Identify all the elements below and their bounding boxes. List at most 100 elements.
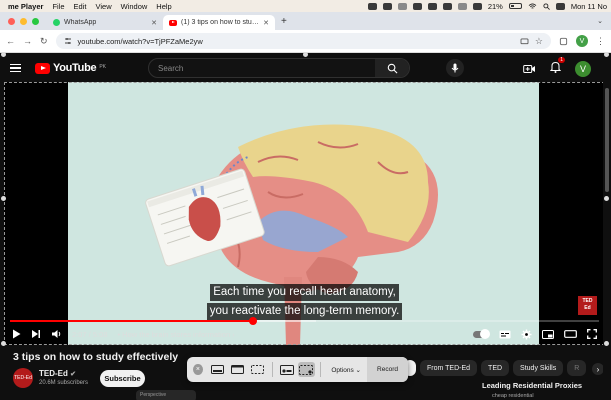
- verified-badge-icon: ✔: [70, 371, 76, 378]
- capture-window-icon[interactable]: [229, 362, 247, 377]
- chip-more[interactable]: R: [567, 360, 587, 376]
- tab-youtube[interactable]: (1) 3 tips on how to study effe ✕: [163, 15, 275, 30]
- app-menu-name[interactable]: me Player: [8, 2, 43, 11]
- menu-file[interactable]: File: [52, 2, 64, 11]
- minimize-window-button[interactable]: [20, 18, 27, 25]
- tab-search-icon[interactable]: ⌄: [597, 17, 611, 30]
- menu-edit[interactable]: Edit: [74, 2, 87, 11]
- volume-icon[interactable]: [51, 329, 62, 339]
- tab-label: WhatsApp: [64, 19, 97, 26]
- url-text[interactable]: youtube.com/watch?v=TjPFZaMe2yw: [78, 37, 514, 46]
- youtube-play-logo-icon: [35, 62, 50, 74]
- youtube-wordmark: YouTube: [53, 62, 97, 74]
- chip-study-skills[interactable]: Study Skills: [513, 360, 564, 376]
- menu-window[interactable]: Window: [121, 2, 148, 11]
- profile-avatar[interactable]: V: [576, 35, 588, 47]
- fullscreen-icon[interactable]: [587, 329, 597, 339]
- caption-line-1: Each time you recall heart anatomy,: [210, 284, 399, 301]
- channel-avatar[interactable]: TED-Ed: [13, 368, 33, 388]
- selection-handle[interactable]: [1, 341, 6, 346]
- tray-app-icon[interactable]: [367, 2, 377, 10]
- search-input[interactable]: [149, 63, 375, 73]
- extensions-icon[interactable]: [559, 37, 568, 46]
- miniplayer-icon[interactable]: [542, 329, 554, 339]
- theater-mode-icon[interactable]: [564, 330, 577, 338]
- youtube-logo[interactable]: YouTube PK: [35, 62, 106, 74]
- browser-menu-icon[interactable]: ⋮: [596, 36, 605, 47]
- capture-entire-screen-icon[interactable]: [209, 362, 227, 377]
- sponsored-title[interactable]: Leading Residential Proxies: [482, 381, 582, 390]
- autoplay-toggle[interactable]: [473, 328, 490, 339]
- address-bar[interactable]: youtube.com/watch?v=TjPFZaMe2yw ☆: [55, 33, 551, 49]
- chip-ted[interactable]: TED: [481, 360, 510, 376]
- notifications-button[interactable]: 1: [549, 57, 565, 78]
- selection-handle[interactable]: [1, 52, 6, 57]
- progress-bar[interactable]: [10, 317, 599, 325]
- channel-name[interactable]: TED-Ed ✔: [39, 369, 76, 378]
- status-tray: 21% Mon 11 No: [367, 2, 611, 11]
- youtube-icon: [169, 19, 177, 26]
- ted-badge-text: TED: [582, 298, 593, 304]
- record-selection-icon[interactable]: [297, 362, 316, 377]
- selection-handle[interactable]: [1, 196, 6, 201]
- search-button[interactable]: [375, 59, 409, 77]
- create-video-icon[interactable]: [523, 64, 536, 74]
- new-tab-button[interactable]: +: [275, 16, 293, 30]
- close-tab-icon[interactable]: ✕: [151, 19, 157, 27]
- close-capture-button[interactable]: ×: [193, 364, 203, 375]
- site-info-icon[interactable]: [64, 37, 72, 45]
- cast-icon[interactable]: [520, 37, 529, 45]
- forward-icon[interactable]: →: [23, 36, 32, 46]
- notification-count-badge: 1: [558, 57, 565, 63]
- close-tab-icon[interactable]: ✕: [263, 19, 269, 27]
- chip-from-ted-ed[interactable]: From TED-Ed: [420, 360, 478, 376]
- selection-handle[interactable]: [604, 196, 609, 201]
- tray-app-icon[interactable]: [427, 2, 437, 10]
- options-menu[interactable]: Options ⌄: [325, 366, 367, 374]
- subscribe-button[interactable]: Subscribe: [100, 370, 145, 387]
- page-scrollbar[interactable]: [603, 82, 611, 400]
- selection-handle[interactable]: [303, 52, 308, 57]
- whatsapp-icon: [53, 19, 60, 26]
- subscriber-count: 20.6M subscribers: [39, 380, 89, 386]
- hamburger-menu-icon[interactable]: [10, 63, 21, 73]
- close-window-button[interactable]: [8, 18, 15, 25]
- capture-selection-icon[interactable]: [249, 362, 267, 377]
- menubar-clock[interactable]: Mon 11 No: [571, 2, 607, 11]
- settings-gear-icon[interactable]: [521, 329, 532, 340]
- reload-icon[interactable]: ↻: [40, 36, 48, 47]
- menu-view[interactable]: View: [95, 2, 111, 11]
- wifi-icon[interactable]: [528, 2, 537, 10]
- selection-handle[interactable]: [604, 52, 609, 57]
- record-button[interactable]: Record: [367, 357, 408, 382]
- menu-help[interactable]: Help: [156, 2, 171, 11]
- progress-played: [10, 320, 253, 322]
- tab-whatsapp[interactable]: WhatsApp ✕: [47, 15, 163, 30]
- description-peek[interactable]: Perspective: [136, 390, 196, 400]
- tray-app-icon[interactable]: [382, 2, 392, 10]
- tray-app-icon[interactable]: [472, 2, 482, 10]
- next-video-icon[interactable]: [31, 329, 41, 339]
- control-center-icon[interactable]: [555, 2, 565, 10]
- tray-app-icon[interactable]: [442, 2, 452, 10]
- video-player[interactable]: Each time you recall heart anatomy, you …: [4, 82, 605, 345]
- channel-avatar-label: TED-Ed: [14, 375, 32, 381]
- tray-app-icon[interactable]: [412, 2, 422, 10]
- search-icon[interactable]: [543, 2, 550, 10]
- bookmark-star-icon[interactable]: ☆: [535, 36, 543, 47]
- chapter-title[interactable]: • How the brain stores information ›: [117, 330, 234, 339]
- scrollbar-thumb[interactable]: [605, 88, 609, 192]
- account-avatar[interactable]: V: [575, 61, 591, 77]
- ted-ed-watermark[interactable]: TED Ed: [578, 296, 597, 315]
- record-entire-screen-icon[interactable]: [278, 362, 296, 377]
- play-icon[interactable]: [12, 329, 21, 339]
- selection-handle[interactable]: [604, 341, 609, 346]
- zoom-window-button[interactable]: [32, 18, 39, 25]
- tray-app-icon[interactable]: [397, 2, 407, 10]
- subtitles-icon[interactable]: [499, 330, 511, 339]
- battery-icon[interactable]: [508, 3, 522, 9]
- tray-app-icon[interactable]: [457, 2, 467, 10]
- voice-search-button[interactable]: [446, 59, 464, 77]
- tab-label: (1) 3 tips on how to study effe: [181, 19, 260, 26]
- back-icon[interactable]: ←: [6, 36, 15, 46]
